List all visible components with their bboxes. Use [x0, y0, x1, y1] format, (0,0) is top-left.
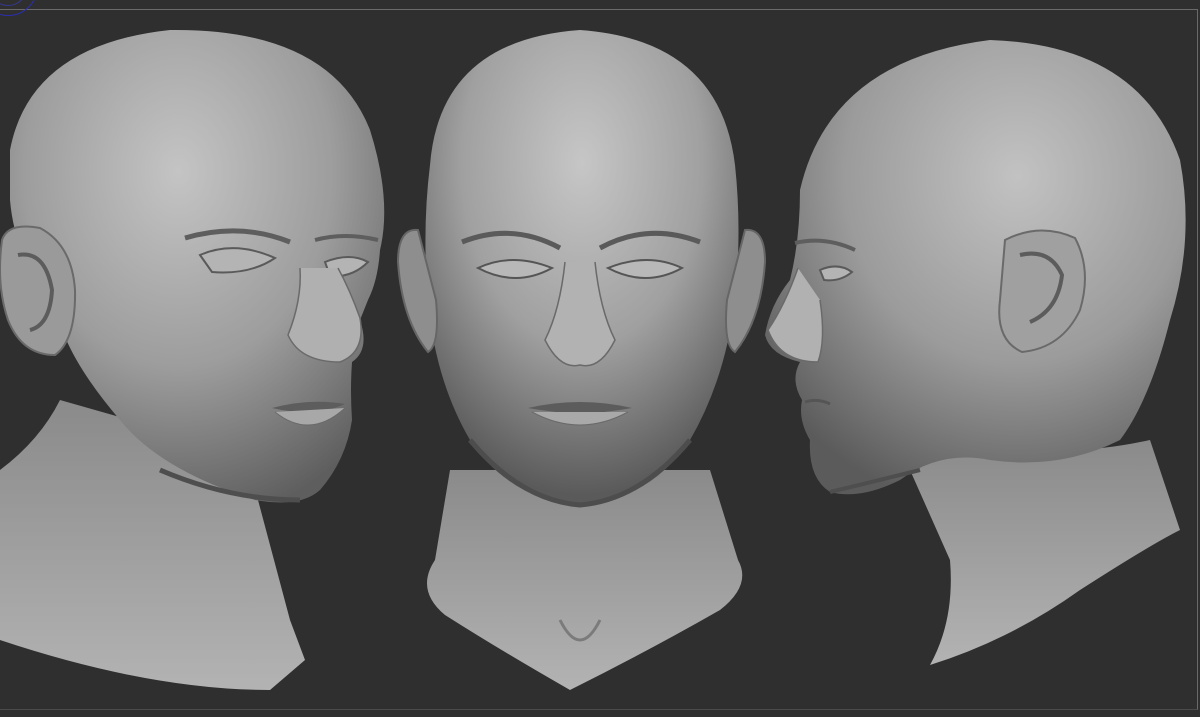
- sculpt-renders: [0, 29, 1186, 690]
- sculpt-viewport[interactable]: [0, 0, 1200, 717]
- head-profile-view: [765, 40, 1186, 665]
- head-three-quarter-view: [0, 29, 385, 690]
- head-front-view: [396, 30, 767, 690]
